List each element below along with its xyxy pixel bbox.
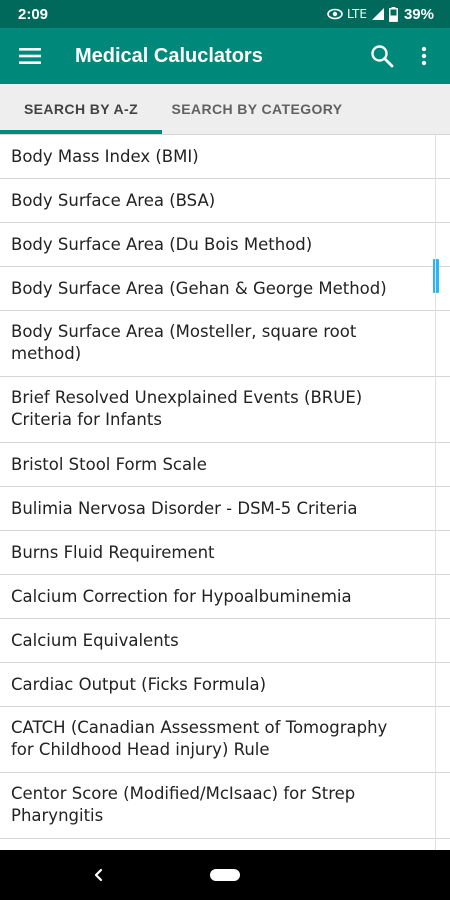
- home-button[interactable]: [210, 869, 240, 881]
- list-item[interactable]: Burns Fluid Requirement: [0, 531, 450, 575]
- search-icon: [371, 45, 394, 68]
- list-item[interactable]: Body Mass Index (BMI): [0, 135, 450, 179]
- status-bar: 2:09 LTE 39%: [0, 0, 450, 28]
- more-options-button[interactable]: [404, 28, 444, 84]
- signal-icon: [371, 7, 385, 21]
- menu-button[interactable]: [0, 28, 60, 84]
- menu-icon: [19, 48, 41, 64]
- list-item[interactable]: Cardiac Output (Ficks Formula): [0, 663, 450, 707]
- list-item[interactable]: Brief Resolved Unexplained Events (BRUE)…: [0, 377, 450, 443]
- list-item[interactable]: Calcium Equivalents: [0, 619, 450, 663]
- more-vert-icon: [421, 46, 427, 66]
- eye-icon: [327, 8, 343, 20]
- calculator-list[interactable]: Body Mass Index (BMI) Body Surface Area …: [0, 134, 450, 850]
- battery-icon: [389, 6, 398, 22]
- back-icon: [94, 868, 103, 882]
- list-item[interactable]: Bristol Stool Form Scale: [0, 443, 450, 487]
- list-item[interactable]: Body Surface Area (BSA): [0, 179, 450, 223]
- tab-bar: SEARCH BY A-Z SEARCH BY CATEGORY: [0, 84, 450, 134]
- battery-percent: 39%: [403, 5, 434, 23]
- list-item[interactable]: Body Surface Area (Mosteller, square roo…: [0, 311, 450, 377]
- list-item[interactable]: Calcium Correction for Hypoalbuminemia: [0, 575, 450, 619]
- list-item[interactable]: Body Surface Area (Gehan & George Method…: [0, 267, 450, 311]
- tab-search-by-category[interactable]: SEARCH BY CATEGORY: [162, 84, 352, 134]
- tab-search-by-a-z[interactable]: SEARCH BY A-Z: [0, 84, 162, 134]
- back-button[interactable]: [88, 864, 108, 886]
- list-item[interactable]: Body Surface Area (Du Bois Method): [0, 223, 450, 267]
- search-button[interactable]: [360, 28, 404, 84]
- app-title: Medical Caluclators: [75, 44, 263, 67]
- app-bar: Medical Caluclators: [0, 28, 450, 84]
- network-type: LTE: [347, 7, 367, 21]
- list-item[interactable]: CATCH (Canadian Assessment of Tomography…: [0, 707, 450, 773]
- status-icons: LTE 39%: [327, 6, 434, 23]
- scrollbar-thumb[interactable]: [433, 259, 439, 293]
- list-item[interactable]: Centor Score (Modified/McIsaac) for Stre…: [0, 773, 450, 839]
- system-nav-bar: [0, 850, 450, 900]
- status-time: 2:09: [18, 5, 49, 23]
- list-item[interactable]: Bulimia Nervosa Disorder - DSM-5 Criteri…: [0, 487, 450, 531]
